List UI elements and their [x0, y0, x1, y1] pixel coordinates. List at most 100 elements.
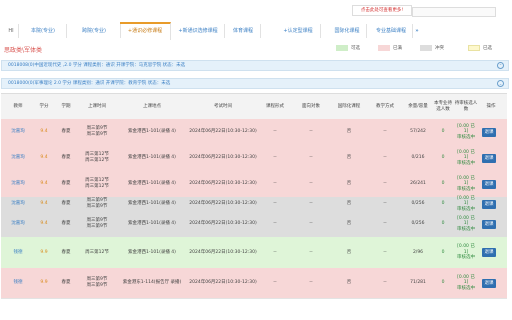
cell-term: 春夏 — [61, 249, 71, 255]
cell-term: 春夏 — [61, 129, 71, 134]
cell-term: 春夏 — [61, 155, 71, 160]
table-row[interactable]: 沈嘉珣 9.4 春夏 周三第12节 周三第12节 紫金港西1-101(录播 4) 2024… — [1, 145, 507, 172]
cell-mode: -- — [383, 280, 387, 285]
cell-intl: 否 — [346, 155, 352, 160]
column-header: 操作 — [486, 103, 496, 109]
cell-w2: [0.00 已 1] 审核选中 — [457, 274, 475, 291]
drop-course-button[interactable]: 退课 — [482, 153, 496, 163]
column-header: 待审核选人数 — [454, 100, 478, 112]
cell-teacher[interactable]: 钱德 — [3, 237, 33, 268]
cell-form: -- — [273, 249, 277, 255]
cell-w2: [0.00 已 1] 审核选中 — [457, 195, 475, 212]
tab-more-icon[interactable]: » — [412, 24, 422, 38]
tab-cross-major[interactable]: 跨院(专业) — [68, 24, 121, 38]
course-section-header[interactable]: 0018000(0)军事理论 2.0 学分 课程类别：通识 开课学院：教育学院 … — [1, 78, 509, 89]
cell-target: -- — [309, 129, 313, 134]
column-header: 课程形式 — [266, 103, 284, 109]
table-row[interactable]: 沈嘉珣 9.4 春夏 周三第9节 周三第9节 紫金港西1-101(录播 4) 2024年0… — [1, 195, 507, 212]
table-row[interactable]: 沈嘉珣 9.4 春夏 周三第12节 周三第12节 紫金港西1-101(录播 4) 2024… — [1, 171, 507, 198]
column-header: 学分 — [39, 103, 49, 109]
column-header: 国际化课程 — [337, 103, 361, 109]
cell-term: 春夏 — [61, 221, 71, 226]
tab-international[interactable]: 国际化课程 — [328, 24, 367, 38]
drop-course-button[interactable]: 退课 — [482, 199, 496, 209]
tab-pe[interactable]: 体育课程 — [226, 24, 261, 38]
tab-own-major[interactable]: 本院(专业) — [20, 24, 67, 38]
cell-w1: 0 — [441, 181, 445, 187]
cell-form: -- — [273, 201, 277, 206]
cell-w1: 0 — [441, 249, 445, 255]
cell-teacher[interactable]: 沈嘉珣 — [3, 197, 33, 211]
tab-home[interactable]: HI — [4, 24, 19, 38]
cell-target: -- — [309, 181, 313, 186]
cell-w1: 0 — [441, 280, 445, 286]
cell-exam: 2024年06月22日(10:30-12:30) — [189, 280, 257, 285]
cell-mode: -- — [383, 181, 387, 186]
cell-intl: 否 — [346, 280, 352, 285]
cell-intl: 否 — [346, 181, 352, 186]
cell-mode: -- — [383, 201, 387, 206]
legend-swatch — [378, 45, 390, 51]
cell-mode: -- — [383, 221, 387, 226]
cell-w1: 0 — [441, 201, 445, 207]
cell-mode: -- — [383, 129, 387, 134]
tab-general-elective[interactable]: +新通识选修课程 — [172, 24, 225, 38]
course-section-header[interactable]: 0018008(0)中国近现代史 ,2.0 学分 课程类别：通识 开课学院：马克… — [1, 60, 509, 71]
cell-teacher[interactable]: 沈嘉珣 — [3, 211, 33, 237]
cell-time: 周三第9节 周三第9节 — [86, 218, 108, 229]
cell-teacher[interactable]: 沈嘉珣 — [3, 171, 33, 197]
cell-target: -- — [309, 280, 313, 285]
cell-time: 周三第12节 周三第12节 — [85, 178, 109, 189]
cell-credit: 9.4 — [40, 201, 48, 206]
table-row[interactable]: 沈嘉珣 9.4 春夏 周三第9节 周三第9节 紫金港西1-101(录播 4) 2024年0… — [1, 119, 507, 146]
drop-course-button[interactable]: 退课 — [482, 278, 496, 288]
cell-time: 周三第12节 周三第12节 — [85, 152, 109, 163]
collapse-icon[interactable]: ⌄ — [497, 80, 504, 87]
cell-place: 紫金港西1-101(录播 4) — [128, 249, 176, 255]
collapse-icon[interactable]: ⌃ — [497, 62, 504, 69]
cell-place: 紫金港西1-101(录播 4) — [128, 201, 176, 206]
table-row[interactable]: 钱德 9.9 春夏 周三第9节 周三第9节 紫金港东1-114(报告厅 录播) 2024年… — [1, 268, 507, 299]
cell-time: 周三第12节 — [85, 249, 109, 255]
table-row[interactable]: 沈嘉珣 9.4 春夏 周三第9节 周三第9节 紫金港西1-101(录播 4) 2024年0… — [1, 211, 507, 238]
cell-w1: 0 — [441, 221, 445, 227]
drop-course-button[interactable]: 退课 — [482, 219, 496, 229]
tab-general-required[interactable]: +通识必修课程 — [120, 22, 171, 40]
cell-credit: 9.4 — [40, 129, 48, 134]
table-header: 教师 学分 学期 上课时间 上课地点 考试时间 课程形式 面向对象 国际化课程 教学方式 余量/容量… — [1, 93, 507, 120]
cell-credit: 9.9 — [40, 280, 48, 285]
table-row[interactable]: 钱德 9.9 春夏 周三第12节 紫金港西1-101(录播 4) 2024年06月22日(… — [1, 237, 507, 269]
cell-teacher[interactable]: 沈嘉珣 — [3, 119, 33, 145]
drop-course-button[interactable]: 退课 — [482, 179, 496, 189]
cell-exam: 2024年06月22日(10:30-12:30) — [189, 201, 257, 206]
cell-credit: 9.4 — [40, 155, 48, 160]
more-hint[interactable]: 点击此处可查看更多! — [352, 5, 412, 16]
cell-place: 紫金港西1-101(录播 4) — [128, 221, 176, 226]
cell-target: -- — [309, 221, 313, 226]
cell-cap: 0/256 — [411, 201, 425, 206]
cell-time: 周三第9节 周三第9节 — [86, 277, 108, 288]
legend-swatch — [336, 45, 348, 51]
cell-form: -- — [273, 221, 277, 226]
cell-place: 紫金港西1-101(录播 4) — [128, 181, 176, 186]
cell-exam: 2024年06月22日(10:30-12:30) — [189, 155, 257, 160]
cell-time: 周三第9节 周三第9节 — [86, 126, 108, 137]
column-header: 学期 — [61, 103, 71, 109]
search-input[interactable] — [412, 7, 496, 17]
tab-major-basic[interactable]: 专业基础课程 — [370, 24, 413, 38]
cell-w2: [0.00 已 1] 审核选中 — [457, 244, 475, 261]
cell-intl: 否 — [346, 249, 352, 255]
cell-exam: 2024年06月22日(10:30-12:30) — [189, 181, 257, 186]
cell-mode: -- — [383, 155, 387, 160]
cell-place: 紫金港东1-114(报告厅 录播) — [122, 280, 182, 285]
tab-certified[interactable]: +认定型课程 — [276, 24, 321, 38]
cell-teacher[interactable]: 沈嘉珣 — [3, 145, 33, 171]
cell-cap: 71/281 — [410, 280, 426, 285]
drop-course-button[interactable]: 退课 — [482, 127, 496, 137]
cell-cap: 57/242 — [410, 129, 426, 134]
cell-teacher[interactable]: 钱德 — [3, 268, 33, 298]
cell-w1: 0 — [441, 155, 445, 161]
cell-credit: 9.9 — [40, 249, 48, 255]
cell-target: -- — [309, 155, 313, 160]
drop-course-button[interactable]: 退课 — [482, 248, 496, 257]
